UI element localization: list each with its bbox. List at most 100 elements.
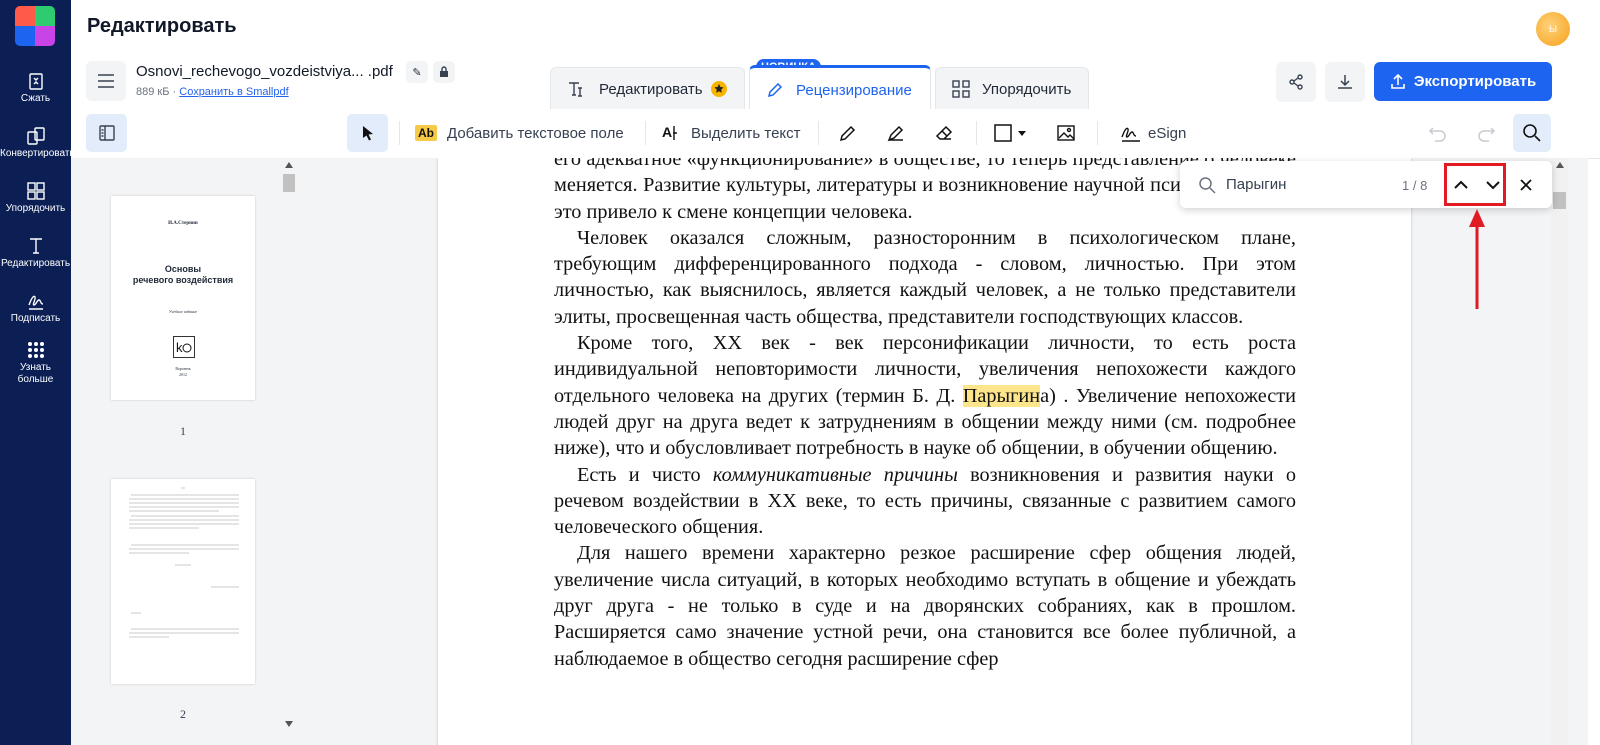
nav-label: Узнать больше	[17, 362, 54, 385]
convert-icon	[0, 124, 71, 146]
thumb-title: Основы речевого воздействия	[111, 264, 255, 286]
menu-button[interactable]	[86, 61, 126, 101]
nav-item-sign[interactable]: Подписать	[0, 289, 71, 325]
shape-tool-button[interactable]	[993, 114, 1027, 152]
file-bar: Osnovi_rechevogo_vozdeistviya... .pdf ✎ …	[71, 55, 1600, 112]
pen-tool-button[interactable]	[838, 114, 858, 152]
page-thumbnail-2[interactable]	[111, 479, 255, 684]
download-button[interactable]	[1325, 62, 1365, 102]
thumb-year: 2012	[179, 372, 187, 377]
signature-icon	[1121, 127, 1140, 142]
page-number-2: 2	[180, 707, 186, 721]
review-toolbar: Ab Добавить текстовое поле A Выделить те…	[71, 109, 1600, 159]
sign-icon	[0, 289, 71, 311]
nav-item-edit[interactable]: Редактировать	[0, 234, 71, 270]
publisher-logo-icon: k	[173, 336, 195, 358]
marker-tool-button[interactable]	[886, 114, 906, 152]
text-run: коммуникативные причины	[712, 463, 958, 486]
pdf-page[interactable]: его адекватное «функционирование» в обще…	[438, 158, 1411, 745]
text-run: Есть и чисто	[577, 463, 713, 486]
viewer-scroll-thumb[interactable]	[1553, 192, 1566, 209]
tab-review[interactable]: Рецензирование	[749, 65, 931, 112]
nav-item-organize[interactable]: Упорядочить	[0, 179, 71, 215]
upload-icon	[1391, 73, 1405, 89]
pencil-icon	[767, 82, 783, 98]
page-thumbnails-panel: И.А.Стернин Основы речевого воздействия …	[71, 158, 299, 745]
edit-text-icon	[0, 234, 71, 256]
redo-button[interactable]	[1476, 114, 1496, 152]
highlight-text-button[interactable]: A Выделить текст	[662, 114, 801, 152]
image-icon	[1057, 125, 1075, 141]
toolbar-divider	[1097, 121, 1098, 145]
lock-icon	[440, 66, 448, 77]
esign-button[interactable]: eSign	[1120, 114, 1186, 152]
export-button[interactable]: Экспортировать	[1374, 62, 1552, 101]
nav-item-compress[interactable]: Сжать	[0, 69, 71, 105]
compress-icon	[0, 69, 71, 91]
select-tool-button[interactable]	[347, 114, 388, 152]
thumb-author: И.А.Стернин	[168, 221, 198, 226]
nav-label: Сжать	[20, 93, 51, 104]
toolbar-divider	[818, 121, 819, 145]
thumbnails-scrollbar[interactable]	[281, 158, 297, 745]
tab-organize[interactable]: Упорядочить	[935, 67, 1089, 110]
search-input[interactable]: Парыгин	[1226, 176, 1286, 193]
sidebar-panel-icon	[98, 125, 115, 141]
nav-label: Конвертировать	[0, 148, 75, 159]
save-to-smallpdf-link[interactable]: Сохранить в Smallpdf	[179, 86, 288, 98]
text-edit-icon	[569, 82, 582, 97]
undo-icon	[1428, 127, 1446, 142]
organize-icon	[0, 179, 71, 201]
pen-icon	[839, 125, 856, 142]
file-name-text: Osnovi_rechevogo_vozdeistviya...	[136, 63, 364, 80]
svg-text:k: k	[176, 340, 183, 355]
smallpdf-logo[interactable]	[15, 6, 55, 46]
annotation-highlight-box	[1444, 163, 1506, 206]
file-size: 889 кБ	[136, 86, 170, 98]
highlight-text-label: Выделить текст	[691, 124, 801, 142]
undo-button[interactable]	[1428, 114, 1448, 152]
esign-label: eSign	[1148, 124, 1187, 142]
tab-label: Редактировать	[599, 80, 703, 98]
toolbar-divider	[399, 121, 400, 145]
add-text-field-label: Добавить текстовое поле	[447, 124, 624, 142]
rename-button[interactable]: ✎	[406, 61, 428, 83]
avatar[interactable]: Ы	[1536, 12, 1570, 46]
scroll-up-icon	[1556, 162, 1564, 168]
thumb-page2-text-lines	[129, 487, 239, 638]
nav-item-more[interactable]: Узнать больше	[0, 338, 71, 386]
pencil-icon: ✎	[412, 66, 422, 79]
search-button[interactable]	[1513, 114, 1551, 152]
search-icon	[1199, 177, 1216, 194]
share-icon	[1289, 74, 1303, 90]
thumb-imprint: Воронеж 2012	[111, 366, 255, 378]
tab-label: Рецензирование	[796, 81, 912, 99]
scroll-down-icon	[285, 721, 293, 727]
close-search-button[interactable]	[1511, 170, 1541, 200]
document-viewer[interactable]: его адекватное «функционирование» в обще…	[298, 158, 1588, 745]
share-button[interactable]	[1276, 62, 1316, 102]
thumbnails-toggle-button[interactable]	[86, 114, 127, 152]
tab-edit[interactable]: Редактировать	[550, 67, 745, 110]
nav-item-convert[interactable]: Конвертировать	[0, 124, 75, 160]
lock-button[interactable]	[433, 61, 455, 83]
toolbar-divider	[645, 121, 646, 145]
rectangle-icon	[994, 124, 1012, 142]
add-text-field-button[interactable]: Ab Добавить текстовое поле	[415, 114, 624, 152]
annotation-arrow-icon	[1469, 209, 1485, 309]
insert-image-button[interactable]	[1056, 114, 1076, 152]
scroll-up-icon	[285, 162, 293, 168]
thumbnails-scroll-thumb[interactable]	[283, 174, 295, 192]
page-thumbnail-1[interactable]: И.А.Стернин Основы речевого воздействия …	[111, 196, 255, 400]
eraser-tool-button[interactable]	[934, 114, 954, 152]
search-match-highlight: Парыгин	[962, 384, 1041, 407]
nav-label: Редактировать	[0, 258, 71, 269]
thumb-title-line1: Основы	[164, 264, 202, 274]
viewer-scrollbar[interactable]	[1551, 158, 1568, 745]
document-paragraph: Есть и чисто коммуникативные причины воз…	[554, 462, 1296, 541]
text-run: Человек оказался сложным, разносторонним…	[554, 226, 1296, 328]
file-name: Osnovi_rechevogo_vozdeistviya... .pdf	[136, 63, 393, 80]
page-number-1: 1	[180, 424, 186, 438]
redo-icon	[1478, 127, 1496, 142]
caret-down-icon	[1018, 131, 1026, 136]
